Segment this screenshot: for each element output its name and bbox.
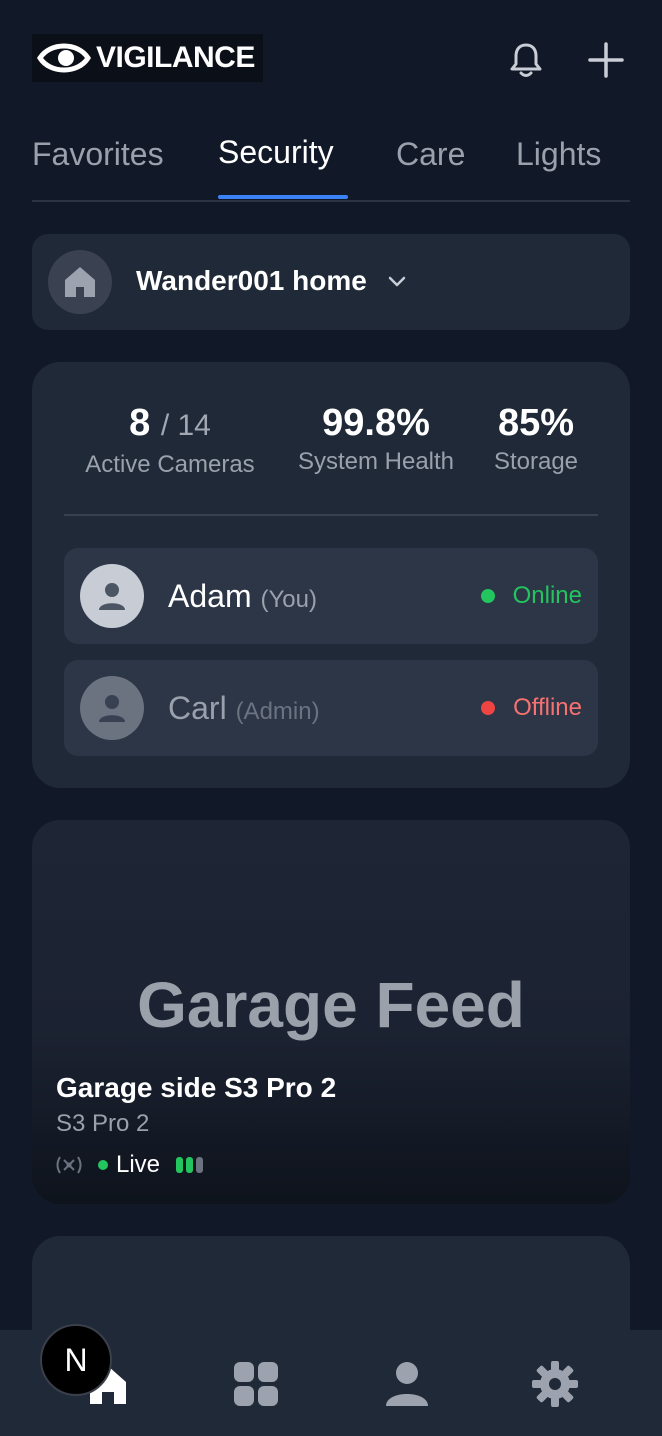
live-label: Live bbox=[116, 1151, 161, 1178]
nav-account[interactable] bbox=[379, 1356, 435, 1412]
active-cameras-stat: 8 / 14 Active Cameras bbox=[80, 400, 260, 479]
tab-lights[interactable]: Lights bbox=[516, 136, 601, 173]
brand-name: VIGILANCE bbox=[96, 41, 255, 74]
tab-favorites[interactable]: Favorites bbox=[32, 136, 164, 173]
grid-icon bbox=[234, 1362, 278, 1406]
eye-icon bbox=[37, 43, 91, 73]
system-health-value: 99.8% bbox=[322, 402, 430, 444]
nav-devices[interactable] bbox=[228, 1356, 284, 1412]
user-icon bbox=[386, 1362, 428, 1406]
status-label: Online bbox=[512, 582, 582, 609]
tab-security[interactable]: Security bbox=[218, 134, 334, 171]
user-name: Carl bbox=[168, 690, 227, 726]
nav-settings[interactable] bbox=[527, 1356, 583, 1412]
app-header: VIGILANCE bbox=[32, 32, 630, 86]
storage-stat: 85% Storage bbox=[488, 400, 584, 476]
avatar bbox=[80, 564, 144, 628]
divider bbox=[64, 514, 598, 516]
storage-value: 85% bbox=[497, 402, 575, 444]
tab-care[interactable]: Care bbox=[396, 136, 465, 173]
user-name: Adam bbox=[168, 578, 252, 614]
status-dot bbox=[481, 701, 496, 715]
signal-bar bbox=[186, 1157, 194, 1173]
active-cameras-value: 8 bbox=[129, 402, 151, 444]
user-icon bbox=[99, 695, 125, 722]
home-selector[interactable]: Wander001 home bbox=[32, 234, 630, 330]
user-row-adam[interactable]: Adam (You) Online bbox=[64, 548, 598, 644]
camera-name: Garage side S3 Pro 2 bbox=[56, 1072, 337, 1103]
chevron-down-icon bbox=[388, 276, 406, 287]
home-name: Wander001 home bbox=[136, 265, 367, 296]
signal-bar bbox=[196, 1157, 204, 1173]
storage-label: Storage bbox=[493, 448, 579, 475]
bell-icon bbox=[510, 43, 542, 77]
camera-feed-card[interactable]: Garage Feed Garage side S3 Pro 2 S3 Pro … bbox=[32, 820, 630, 1204]
section-tabs: Favorites Security Care Lights bbox=[32, 120, 630, 202]
active-tab-indicator bbox=[218, 195, 348, 199]
user-icon bbox=[99, 583, 125, 610]
feed-placeholder-title: Garage Feed bbox=[137, 969, 525, 1041]
gear-icon bbox=[532, 1361, 578, 1407]
status-label: Offline bbox=[513, 694, 582, 721]
home-avatar bbox=[48, 250, 112, 314]
security-stats-card: 8 / 14 Active Cameras 99.8% System Healt… bbox=[32, 362, 630, 788]
plus-icon bbox=[588, 42, 624, 78]
home-icon bbox=[65, 267, 95, 297]
add-button[interactable] bbox=[584, 38, 628, 82]
notifications-button[interactable] bbox=[504, 38, 548, 82]
dev-tools-badge[interactable]: N bbox=[40, 1324, 112, 1396]
camera-model: S3 Pro 2 bbox=[56, 1110, 150, 1137]
live-dot bbox=[98, 1160, 108, 1170]
broadcast-icon bbox=[56, 1156, 82, 1174]
system-health-label: System Health bbox=[297, 448, 455, 475]
status-badge: Offline bbox=[481, 694, 582, 722]
total-cameras-value: / 14 bbox=[160, 409, 211, 442]
signal-strength bbox=[176, 1157, 206, 1173]
user-role: (Admin) bbox=[235, 698, 320, 725]
user-role: (You) bbox=[260, 586, 317, 613]
active-cameras-label: Active Cameras bbox=[85, 451, 255, 478]
brand-logo[interactable]: VIGILANCE bbox=[32, 34, 263, 82]
system-health-stat: 99.8% System Health bbox=[290, 400, 462, 476]
avatar bbox=[80, 676, 144, 740]
status-dot bbox=[480, 589, 495, 603]
signal-bar bbox=[176, 1157, 184, 1173]
user-row-carl[interactable]: Carl (Admin) Offline bbox=[64, 660, 598, 756]
feed-status: Live bbox=[56, 1150, 206, 1180]
status-badge: Online bbox=[480, 582, 582, 610]
